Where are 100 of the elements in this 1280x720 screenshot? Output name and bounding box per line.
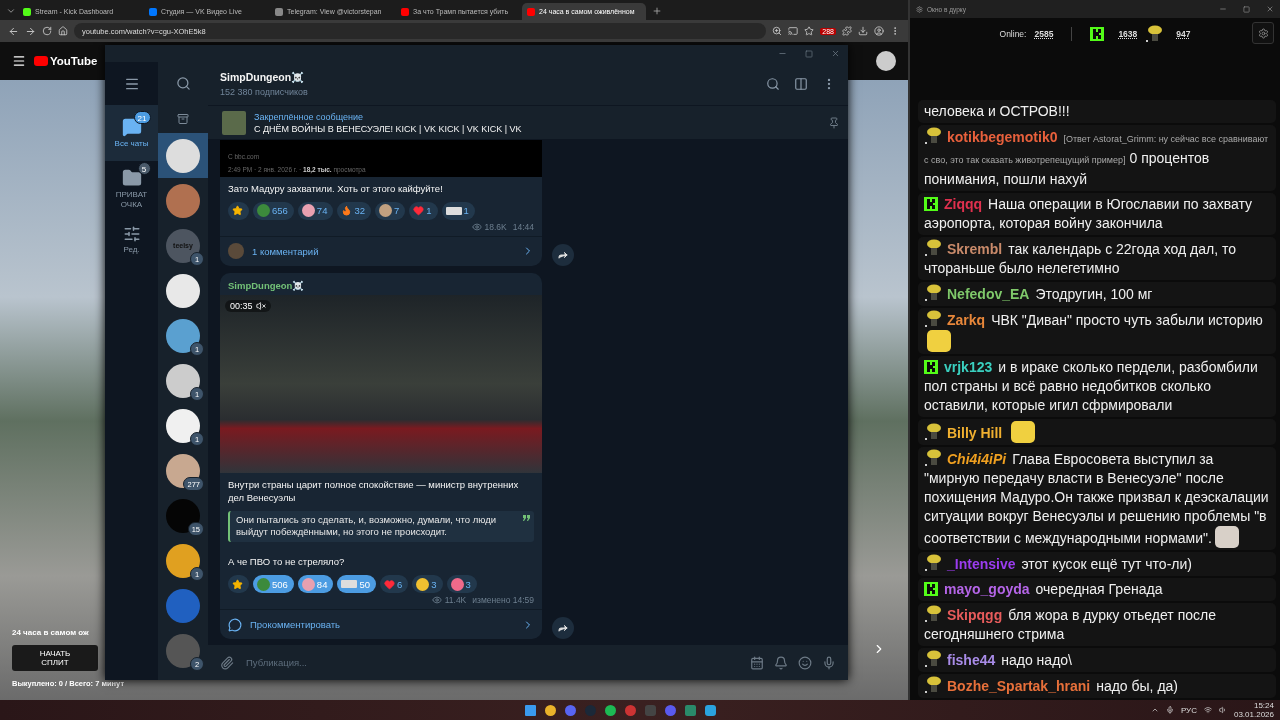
username[interactable]: Chi4i4iPi xyxy=(947,451,1007,467)
taskbar-app-icon[interactable] xyxy=(564,704,576,716)
reaction-chip[interactable]: 3 xyxy=(446,575,477,593)
view-count: 18.6K xyxy=(484,221,507,232)
close-icon[interactable] xyxy=(1266,5,1274,13)
reaction-chip[interactable]: 32 xyxy=(337,201,371,220)
taskbar-app-icon[interactable] xyxy=(544,704,556,716)
bookmark-star-icon[interactable] xyxy=(804,26,815,36)
username[interactable]: Bozhe_Spartak_hrani xyxy=(947,678,1091,694)
settings-button[interactable] xyxy=(1252,22,1274,44)
menu-icon[interactable] xyxy=(12,54,26,68)
home-icon[interactable] xyxy=(58,26,68,36)
clock[interactable]: 15:24 03.01.2026 xyxy=(1233,701,1274,719)
calendar-icon[interactable] xyxy=(750,655,764,670)
forward-icon[interactable] xyxy=(25,25,36,37)
maximize-icon[interactable] xyxy=(1243,5,1250,13)
pinned-text[interactable]: С ДНЁМ ВОЙНЫ В ВЕНЕСУЭЛЕ! KICK | VK KICK | VK KICK | VK xyxy=(254,123,820,134)
chat-message: kotikbegemotik0 [Ответ Astorat_Grimm: ну сейчас все сравнивают с сво, это так сказать животрепещущий пример] 0 процентов понимания, пошли нахуй xyxy=(918,125,1276,191)
username[interactable]: vrjk123 xyxy=(944,359,993,375)
username[interactable]: Billy Hill xyxy=(947,425,1003,441)
microphone-icon[interactable] xyxy=(1165,706,1174,714)
cast-icon[interactable] xyxy=(788,26,799,36)
back-icon[interactable] xyxy=(8,25,19,37)
extensions-icon[interactable] xyxy=(842,26,852,36)
taskbar-app-icon[interactable] xyxy=(684,704,696,716)
views-icon xyxy=(431,595,442,605)
muted-icon[interactable] xyxy=(255,300,266,311)
language-indicator[interactable]: РУС xyxy=(1180,705,1197,715)
reaction-chip[interactable]: 1 xyxy=(441,201,475,220)
message-input[interactable]: Публикация... xyxy=(244,656,740,669)
taskbar-app-icon[interactable] xyxy=(604,704,616,716)
username[interactable]: Skipqgg xyxy=(947,607,1003,623)
attach-icon[interactable] xyxy=(220,655,234,670)
taskbar-app-icon[interactable] xyxy=(704,704,716,716)
network-icon[interactable] xyxy=(1203,706,1212,714)
pin-list-icon[interactable] xyxy=(828,116,840,129)
side-panel-icon[interactable] xyxy=(794,76,808,91)
pinned-label[interactable]: Закреплённое сообщение xyxy=(254,111,820,122)
username[interactable]: Skrembl xyxy=(947,241,1003,257)
username[interactable]: fishe44 xyxy=(947,652,996,668)
archive-icon[interactable] xyxy=(177,113,189,125)
reaction-chip[interactable]: 1 xyxy=(409,201,438,220)
username[interactable]: kotikbegemotik0 xyxy=(947,129,1058,145)
quote-icon xyxy=(523,514,530,521)
figure-icon xyxy=(924,449,942,467)
taskbar-app-icon[interactable] xyxy=(524,704,536,716)
site-logo[interactable]: YouTube xyxy=(50,55,98,67)
settings-icon xyxy=(1257,27,1269,39)
figure-icon xyxy=(924,284,942,302)
chat-message: человека и ОСТРОВ!!! xyxy=(918,100,1276,123)
username[interactable]: Ziqqq xyxy=(944,196,983,212)
microphone-icon[interactable] xyxy=(822,655,836,670)
chat-message: mayo_goyda очередная Гренада xyxy=(918,578,1276,601)
figure-icon xyxy=(924,127,942,145)
close-icon[interactable] xyxy=(831,49,840,58)
username[interactable]: Zarkq xyxy=(947,312,986,328)
chat-message: Bozhe_Spartak_hrani надо бы, да) xyxy=(918,674,1276,698)
username[interactable]: Nefedov_EA xyxy=(947,286,1030,302)
figure-icon xyxy=(924,310,942,328)
download-icon[interactable] xyxy=(858,26,868,36)
heart-icon xyxy=(384,578,395,590)
reaction-chip[interactable]: 656 xyxy=(253,201,294,220)
avatar[interactable] xyxy=(876,51,896,71)
reaction-chip[interactable]: 74 xyxy=(297,201,334,220)
share-button[interactable] xyxy=(552,243,574,266)
reaction-chip[interactable]: 3 xyxy=(412,575,443,593)
profile-icon[interactable] xyxy=(874,26,884,36)
volume-icon[interactable] xyxy=(1218,706,1227,714)
post-author[interactable]: SimpDungeon☠ xyxy=(220,272,542,295)
chat-message: Nefedov_EA Этодругин, 100 мг xyxy=(918,282,1276,306)
chat-item[interactable] xyxy=(158,133,208,178)
video-placeholder[interactable]: 00:35 xyxy=(220,294,542,473)
logo-icon xyxy=(1090,27,1105,41)
search-icon[interactable] xyxy=(766,76,780,91)
reaction-chip[interactable] xyxy=(228,575,249,593)
bell-icon[interactable] xyxy=(774,655,788,670)
reload-icon[interactable] xyxy=(42,26,52,36)
play-logo-icon xyxy=(34,56,48,66)
username[interactable]: _Intensive xyxy=(947,556,1016,572)
comments-link[interactable]: 1 комментарий xyxy=(220,235,542,266)
new-tab-icon[interactable] xyxy=(652,6,662,16)
reaction-chip[interactable] xyxy=(228,201,249,220)
tray-expand-icon[interactable] xyxy=(1150,706,1159,714)
folder-tab[interactable]: Ред. xyxy=(105,217,158,263)
start-split-button[interactable]: НАЧАТЬ СПЛИТ xyxy=(12,645,98,671)
post-time: изменено 14:59 xyxy=(472,595,534,605)
reaction-chip[interactable]: 6 xyxy=(380,575,409,593)
tab-list-icon[interactable] xyxy=(6,6,16,16)
share-button[interactable] xyxy=(552,617,574,639)
folder-tab[interactable]: 21 Все чаты xyxy=(105,105,158,161)
search-icon[interactable] xyxy=(175,76,191,91)
reaction-chip[interactable]: 7 xyxy=(375,201,406,220)
folder-tab[interactable]: 5 ПРИВАТ ОЧКА xyxy=(105,161,158,217)
comments-link[interactable]: Прокомментировать xyxy=(220,609,542,639)
emoji-icon[interactable] xyxy=(798,655,812,670)
emoji-icon xyxy=(301,204,315,218)
zoom-icon[interactable] xyxy=(772,26,783,36)
username[interactable]: mayo_goyda xyxy=(944,581,1030,597)
channel-title[interactable]: SimpDungeon☠ xyxy=(220,70,308,84)
site-icon xyxy=(401,7,409,16)
